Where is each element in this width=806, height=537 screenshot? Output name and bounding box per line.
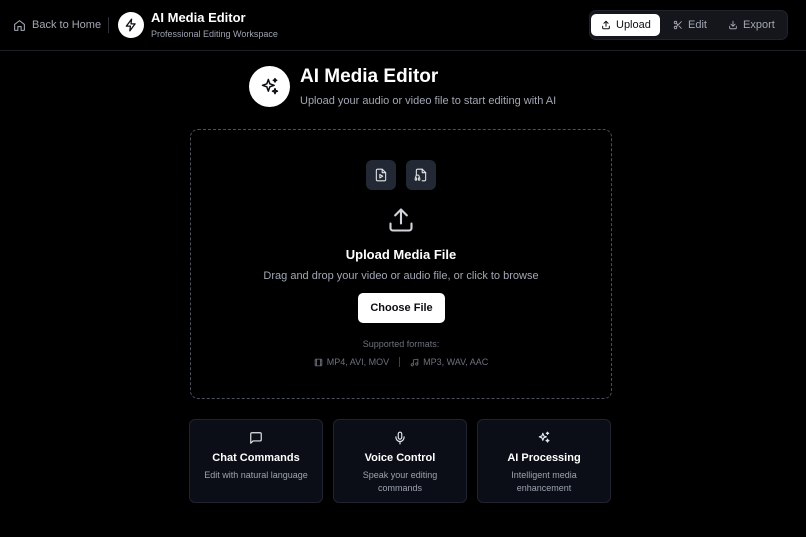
music-icon xyxy=(410,358,419,366)
page-subtitle: Upload your audio or video file to start… xyxy=(300,95,557,107)
feature-card-voice-control: Voice Control Speak your editing command… xyxy=(333,419,467,503)
scissors-icon xyxy=(673,20,682,30)
tab-edit[interactable]: Edit xyxy=(673,14,707,36)
feature-description: Speak your editing commands xyxy=(362,470,438,493)
video-file-icon xyxy=(375,168,387,182)
audio-formats: MP3, WAV, AAC xyxy=(410,357,488,367)
app-subtitle: Professional Editing Workspace xyxy=(151,29,278,39)
audio-formats-text: MP3, WAV, AAC xyxy=(423,357,489,367)
header-divider xyxy=(108,17,109,33)
feature-card-ai-processing: AI Processing Intelligent media enhancem… xyxy=(477,419,611,503)
back-to-home-link[interactable]: Back to Home xyxy=(13,16,101,34)
top-bar: Back to Home AI Media Editor Professiona… xyxy=(0,0,806,51)
supported-formats: MP4, AVI, MOV MP3, WAV, AAC xyxy=(191,357,611,367)
home-icon xyxy=(14,19,25,31)
lightning-icon xyxy=(125,18,136,32)
choose-file-button[interactable]: Choose File xyxy=(358,293,445,323)
sparkles-icon xyxy=(538,431,550,443)
upload-arrow-icon xyxy=(389,208,413,232)
formats-separator xyxy=(399,357,401,367)
dropzone-title: Upload Media File xyxy=(345,247,457,262)
tab-upload-label: Upload xyxy=(616,19,651,31)
hero-icon-badge xyxy=(249,66,290,107)
feature-title: Voice Control xyxy=(364,452,436,464)
video-formats-text: MP4, AVI, MOV xyxy=(326,357,390,367)
feature-description: Edit with natural language xyxy=(204,470,308,480)
audio-file-badge xyxy=(406,160,436,190)
audio-file-icon xyxy=(414,168,427,182)
video-formats: MP4, AVI, MOV xyxy=(314,357,389,367)
video-file-badge xyxy=(366,160,396,190)
dropzone-instructions: Drag and drop your video or audio file, … xyxy=(263,270,539,282)
tab-upload[interactable]: Upload xyxy=(591,14,660,36)
upload-dropzone[interactable]: Upload Media File Drag and drop your vid… xyxy=(190,129,612,399)
app-title: AI Media Editor xyxy=(151,10,246,25)
back-to-home-label: Back to Home xyxy=(32,19,102,31)
app-logo xyxy=(118,12,144,38)
chat-icon xyxy=(250,432,262,444)
film-icon xyxy=(314,358,323,366)
upload-icon xyxy=(602,20,610,30)
page-title: AI Media Editor xyxy=(300,66,439,87)
sparkles-icon xyxy=(261,77,278,94)
mode-tabs: Upload Edit Export xyxy=(589,10,788,40)
microphone-icon xyxy=(395,431,405,445)
tab-export[interactable]: Export xyxy=(728,14,775,36)
feature-title: AI Processing xyxy=(507,452,581,464)
supported-formats-label: Supported formats: xyxy=(362,339,440,349)
tab-edit-label: Edit xyxy=(688,19,707,31)
feature-title: Chat Commands xyxy=(212,452,300,464)
download-icon xyxy=(729,20,737,30)
feature-card-chat-commands: Chat Commands Edit with natural language xyxy=(189,419,323,503)
tab-export-label: Export xyxy=(743,19,775,31)
feature-description: Intelligent media enhancement xyxy=(511,470,577,493)
